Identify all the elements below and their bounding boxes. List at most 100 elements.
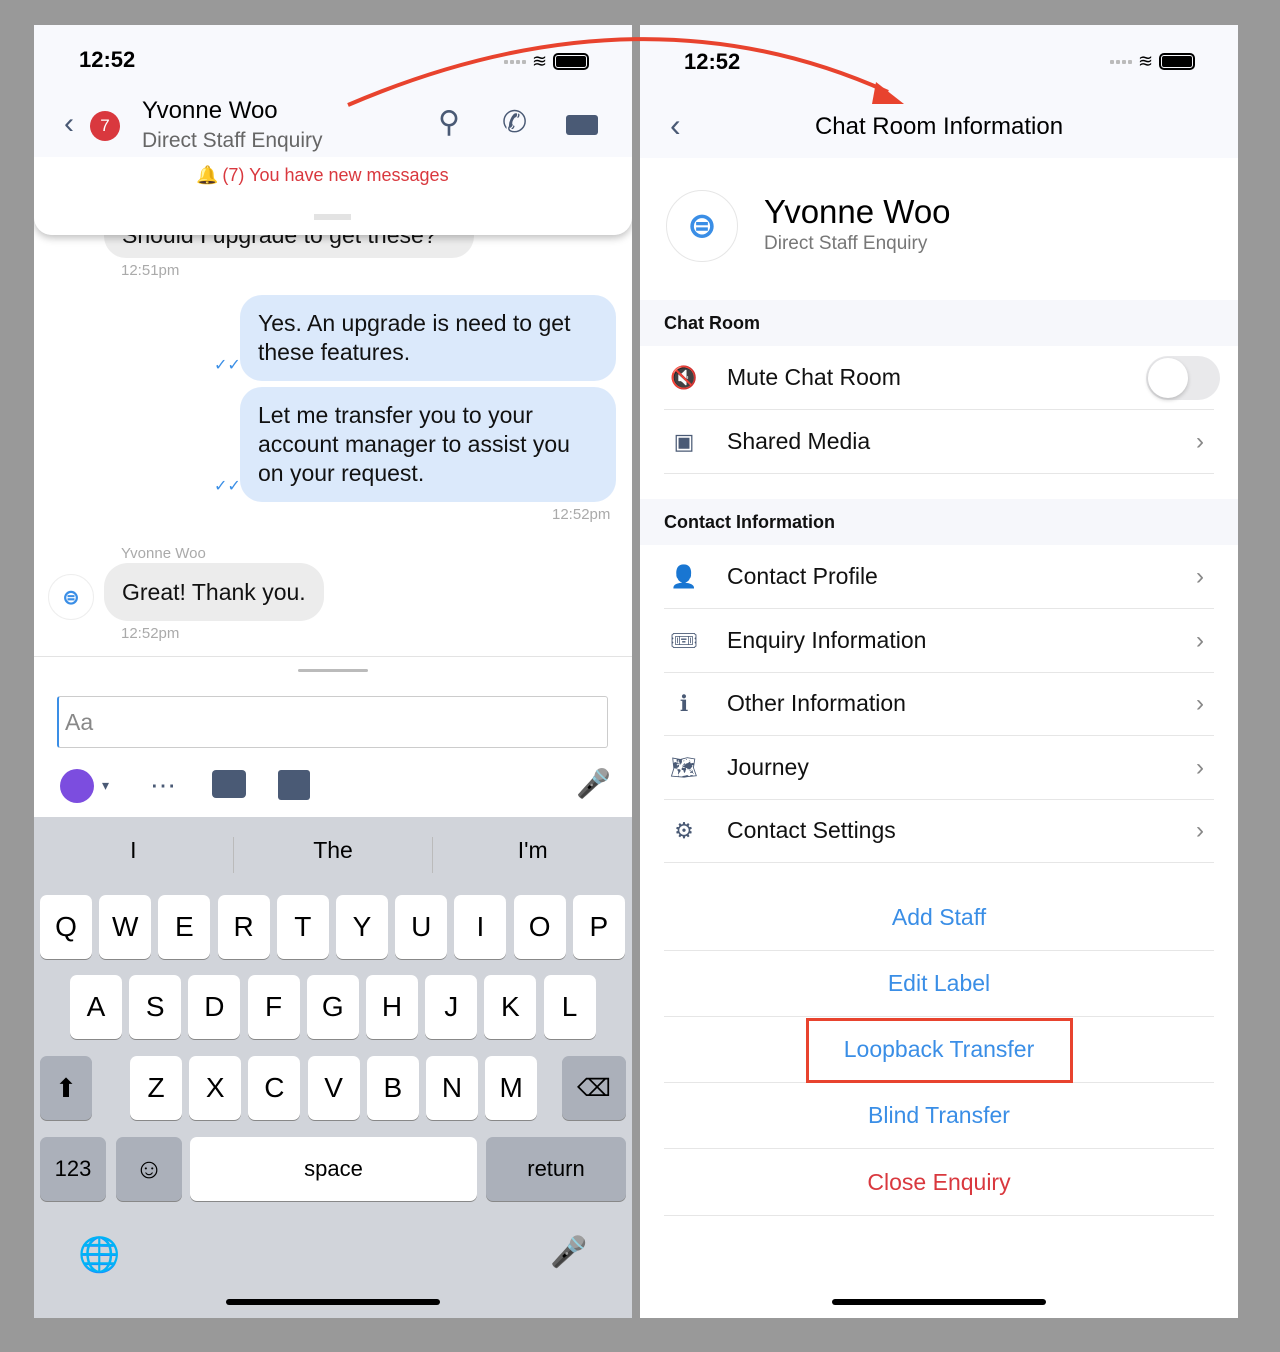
globe-icon[interactable]: 🌐	[78, 1235, 120, 1275]
chat-room-info-screen: 12:52 ≋ ‹ Chat Room Information ⊜ Yvonne…	[640, 25, 1238, 1318]
highlight-box	[806, 1018, 1073, 1083]
row-label: Shared Media	[727, 428, 871, 454]
info-icon: ℹ	[679, 690, 689, 716]
add-staff-button[interactable]: Add Staff	[664, 885, 1214, 951]
message-time: 12:52pm	[121, 625, 180, 642]
edit-label-button[interactable]: Edit Label	[664, 951, 1214, 1017]
read-check-icon: ✓✓	[214, 357, 241, 374]
message-bubble-out: Let me transfer you to your account mana…	[240, 387, 616, 502]
camera-icon[interactable]	[212, 770, 246, 798]
shift-key[interactable]: ⬆	[40, 1056, 92, 1120]
key-b[interactable]: B	[366, 1056, 419, 1120]
key-z[interactable]: Z	[130, 1056, 182, 1120]
key-c[interactable]: C	[248, 1056, 301, 1120]
blind-transfer-button[interactable]: Blind Transfer	[664, 1083, 1214, 1149]
chevron-right-icon: ›	[1196, 626, 1204, 654]
journey-row[interactable]: 🗺 Journey ›	[664, 736, 1214, 800]
numbers-key[interactable]: 123	[40, 1137, 106, 1201]
contact-subtitle: Direct Staff Enquiry	[764, 233, 928, 254]
chevron-right-icon: ›	[1196, 427, 1204, 455]
emoji-key[interactable]: ☺	[116, 1137, 182, 1201]
key-y[interactable]: Y	[336, 895, 388, 959]
key-s[interactable]: S	[129, 975, 182, 1039]
ticket-icon: 🎟	[670, 627, 698, 653]
key-q[interactable]: Q	[40, 895, 92, 959]
chat-screen: 12:52 ≋ ‹ 7 Yvonne Woo Direct Staff Enqu…	[34, 25, 632, 1318]
key-m[interactable]: M	[485, 1056, 538, 1120]
chevron-right-icon: ›	[1196, 562, 1204, 590]
row-label: Mute Chat Room	[727, 364, 901, 390]
section-chat-room: Chat Room	[640, 300, 1238, 346]
key-j[interactable]: J	[425, 975, 478, 1039]
annotation-arrow	[347, 37, 904, 107]
key-n[interactable]: N	[426, 1056, 478, 1120]
key-e[interactable]: E	[158, 895, 211, 959]
message-bubble-in: Great! Thank you.	[104, 563, 324, 621]
keyboard: I The I'm QWERTYUIOPASDFGHJKLZXCVBNM ⬆ ⌫…	[34, 817, 632, 1318]
space-key[interactable]: space	[190, 1137, 477, 1201]
sender-name: Yvonne Woo	[121, 545, 206, 562]
key-u[interactable]: U	[395, 895, 448, 959]
suggestion[interactable]: The	[234, 837, 434, 873]
key-a[interactable]: A	[70, 975, 122, 1039]
composer-handle[interactable]	[298, 669, 368, 672]
key-h[interactable]: H	[366, 975, 418, 1039]
more-icon[interactable]: ⋯	[150, 770, 176, 801]
suggestion[interactable]: I'm	[433, 837, 632, 873]
key-k[interactable]: K	[484, 975, 537, 1039]
message-time: 12:51pm	[121, 262, 180, 279]
key-i[interactable]: I	[454, 895, 507, 959]
image-icon[interactable]	[278, 770, 310, 800]
other-information-row[interactable]: ℹ Other Information ›	[664, 672, 1214, 736]
key-p[interactable]: P	[572, 895, 625, 959]
key-x[interactable]: X	[189, 1056, 242, 1120]
image-icon: ▣	[673, 428, 695, 454]
key-r[interactable]: R	[217, 895, 270, 959]
return-key[interactable]: return	[486, 1137, 626, 1201]
home-indicator	[226, 1299, 440, 1305]
key-g[interactable]: G	[306, 975, 359, 1039]
chevron-right-icon: ›	[1196, 689, 1204, 717]
backspace-key[interactable]: ⌫	[562, 1056, 626, 1120]
shared-media-row[interactable]: ▣ Shared Media ›	[664, 410, 1214, 474]
message-input[interactable]: Aa	[57, 696, 608, 748]
drag-handle[interactable]	[314, 214, 351, 220]
row-label: Enquiry Information	[727, 627, 927, 653]
mute-toggle[interactable]	[1146, 355, 1220, 400]
key-f[interactable]: F	[247, 975, 300, 1039]
home-indicator	[832, 1299, 1046, 1305]
row-label: Journey	[727, 754, 809, 780]
mute-chat-room-row: 🔇 Mute Chat Room	[664, 346, 1220, 410]
key-t[interactable]: T	[276, 895, 329, 959]
avatar-link-icon: ⊜	[48, 574, 94, 620]
person-icon: 👤	[670, 563, 698, 589]
microphone-icon[interactable]: 🎤	[576, 767, 611, 800]
message-time: 12:52pm	[552, 506, 611, 523]
avatar-link-icon: ⊜	[666, 190, 738, 262]
row-label: Contact Settings	[727, 817, 896, 843]
key-v[interactable]: V	[307, 1056, 360, 1120]
chevron-down-icon[interactable]: ▾	[102, 777, 109, 794]
key-o[interactable]: O	[513, 895, 566, 959]
message-bubble-out: Yes. An upgrade is need to get these fea…	[240, 295, 616, 381]
key-w[interactable]: W	[99, 895, 152, 959]
mute-icon: 🔇	[670, 364, 698, 390]
row-label: Other Information	[727, 690, 906, 716]
chevron-right-icon: ›	[1196, 753, 1204, 781]
chevron-right-icon: ›	[1196, 816, 1204, 844]
contact-settings-row[interactable]: ⚙ Contact Settings ›	[664, 799, 1214, 863]
map-icon: 🗺	[670, 754, 698, 780]
close-enquiry-button[interactable]: Close Enquiry	[664, 1150, 1214, 1216]
suggestion[interactable]: I	[34, 837, 234, 873]
contact-profile-row[interactable]: 👤 Contact Profile ›	[664, 545, 1214, 609]
key-l[interactable]: L	[543, 975, 596, 1039]
row-label: Contact Profile	[727, 563, 878, 589]
gear-icon: ⚙	[674, 817, 694, 843]
read-check-icon: ✓✓	[214, 478, 241, 495]
suggestion-bar: I The I'm	[34, 837, 632, 873]
enquiry-information-row[interactable]: 🎟 Enquiry Information ›	[664, 609, 1214, 673]
key-d[interactable]: D	[188, 975, 241, 1039]
section-contact-information: Contact Information	[640, 499, 1238, 545]
chat-type-selector[interactable]	[60, 769, 94, 803]
dictation-microphone-icon[interactable]: 🎤	[550, 1235, 587, 1270]
